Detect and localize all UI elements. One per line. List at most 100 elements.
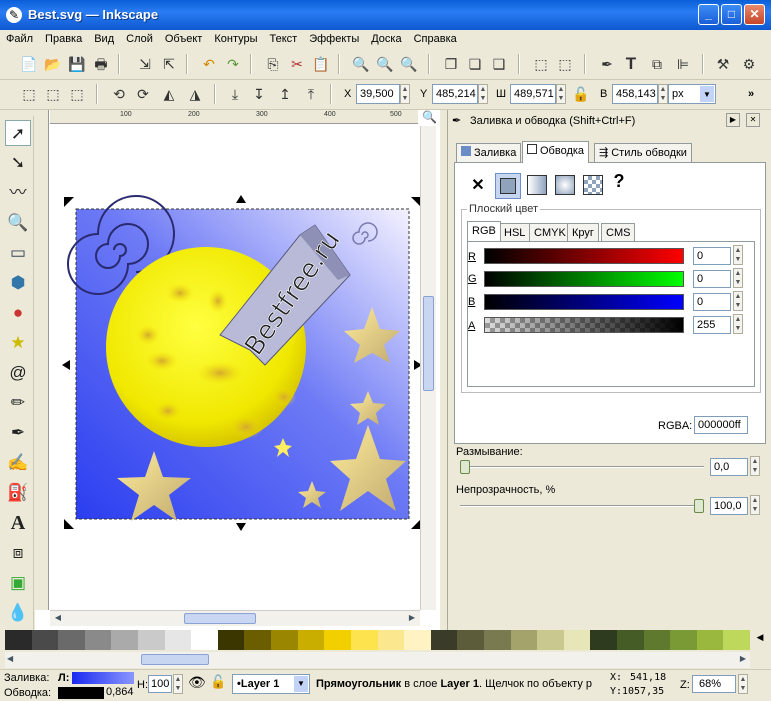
blue-value[interactable]: 0: [693, 293, 731, 311]
rotate-cw-icon[interactable]: ⟳: [132, 83, 154, 105]
scroll-left-arrow-icon[interactable]: ◀: [52, 613, 64, 625]
align-distribute-icon[interactable]: ⊫: [672, 53, 694, 75]
deselect-icon[interactable]: ⬚: [66, 83, 88, 105]
palette-swatch[interactable]: [111, 630, 139, 650]
zoom-tool-icon[interactable]: 🔍: [5, 210, 31, 236]
menu-object[interactable]: Объект: [159, 30, 208, 45]
palette-swatch[interactable]: [537, 630, 564, 650]
group-icon[interactable]: ⬚: [530, 53, 552, 75]
fill-swatch[interactable]: [72, 672, 134, 684]
y-input[interactable]: 485,214: [432, 84, 478, 104]
palette-swatch[interactable]: [377, 630, 405, 650]
node-tool-icon[interactable]: ➘: [5, 150, 31, 176]
radial-gradient-button[interactable]: [555, 175, 575, 195]
menu-effects[interactable]: Эффекты: [303, 30, 365, 45]
alpha-spinner[interactable]: ▲ ▼: [733, 314, 743, 334]
palette-swatch[interactable]: [5, 630, 32, 650]
zoom-spinner[interactable]: ▲ ▼: [738, 674, 748, 694]
ungroup-icon[interactable]: ⬚: [554, 53, 576, 75]
palette-swatch[interactable]: [271, 630, 298, 650]
width-input[interactable]: 489,571: [510, 84, 556, 104]
print-icon[interactable]: 🖶: [90, 53, 112, 75]
width-spinner[interactable]: ▲ ▼: [556, 84, 566, 104]
lock-proportions-icon[interactable]: 🔓: [570, 83, 592, 105]
no-paint-button[interactable]: ✕: [467, 173, 489, 199]
palette-swatch[interactable]: [563, 630, 591, 650]
palette-swatch[interactable]: [58, 630, 85, 650]
opacity-spinner[interactable]: ▲ ▼: [750, 495, 760, 515]
connector-tool-icon[interactable]: ⧈: [5, 540, 31, 566]
drawing[interactable]: Bestfree.ru: [50, 125, 420, 610]
cut-icon[interactable]: ✂: [286, 53, 308, 75]
alpha-value[interactable]: 255: [693, 316, 731, 334]
paint-bucket-tool-icon[interactable]: ⛽: [5, 480, 31, 506]
palette-swatch[interactable]: [643, 630, 671, 650]
zoom-drawing-icon[interactable]: 🔍: [374, 53, 396, 75]
rgba-input[interactable]: 000000ff: [694, 416, 748, 434]
duplicate-icon[interactable]: ❐: [440, 53, 462, 75]
vertical-ruler[interactable]: [35, 110, 49, 610]
menu-layer[interactable]: Слой: [120, 30, 159, 45]
save-icon[interactable]: 💾: [66, 53, 88, 75]
layer-select[interactable]: •Layer 1 ▼: [232, 674, 310, 694]
menu-edit[interactable]: Правка: [39, 30, 88, 45]
unlink-clone-icon[interactable]: ❑: [488, 53, 510, 75]
tab-fill[interactable]: Заливка: [456, 143, 522, 163]
selector-tool-icon[interactable]: ➚: [5, 120, 31, 146]
text-tool-icon[interactable]: A: [5, 510, 31, 536]
tab-cmyk[interactable]: CMYK: [529, 223, 571, 241]
zoom-input[interactable]: 68%: [692, 675, 736, 693]
palette-swatch[interactable]: [191, 630, 218, 650]
palette-swatch[interactable]: [324, 630, 351, 650]
zoom-corner-icon[interactable]: 🔍: [422, 110, 437, 124]
palette-swatch[interactable]: [164, 630, 192, 650]
calligraphy-tool-icon[interactable]: ✍: [5, 450, 31, 476]
menu-help[interactable]: Справка: [408, 30, 463, 45]
pencil-tool-icon[interactable]: ✏: [5, 390, 31, 416]
status-opacity-spinner[interactable]: ▲ ▼: [173, 674, 183, 694]
blue-slider[interactable]: [484, 294, 684, 310]
green-spinner[interactable]: ▲ ▼: [733, 268, 743, 288]
minimize-button[interactable]: _: [698, 4, 719, 25]
3d-box-tool-icon[interactable]: ⬢: [5, 270, 31, 296]
palette-swatch[interactable]: [723, 630, 751, 650]
palette-swatch[interactable]: [670, 630, 697, 650]
preferences-icon[interactable]: ⚒: [712, 53, 734, 75]
blue-spinner[interactable]: ▲ ▼: [733, 291, 743, 311]
palette-swatch[interactable]: [297, 630, 325, 650]
vertical-scroll-thumb[interactable]: [423, 296, 434, 391]
palette-swatch[interactable]: [244, 630, 272, 650]
palette-swatch[interactable]: [696, 630, 724, 650]
unit-select[interactable]: px ▼: [668, 84, 716, 104]
document-properties-icon[interactable]: ⚙: [738, 53, 760, 75]
stroke-swatch[interactable]: [58, 687, 104, 699]
palette-swatch[interactable]: [457, 630, 484, 650]
palette-menu-icon[interactable]: ◀: [752, 632, 768, 648]
dropper-tool-icon[interactable]: 💧: [5, 600, 31, 626]
maximize-button[interactable]: □: [721, 4, 742, 25]
ellipse-tool-icon[interactable]: ●: [5, 300, 31, 326]
spiral-tool-icon[interactable]: @: [5, 360, 31, 386]
star-tool-icon[interactable]: ★: [5, 330, 31, 356]
color-palette[interactable]: [5, 630, 751, 650]
raise-to-top-icon[interactable]: ⤒: [300, 83, 322, 105]
zoom-page-icon[interactable]: 🔍: [398, 53, 420, 75]
alpha-slider[interactable]: [484, 317, 684, 333]
flip-vertical-icon[interactable]: ◮: [184, 83, 206, 105]
horizontal-scroll-thumb[interactable]: [184, 613, 256, 624]
scroll-left-arrow-icon[interactable]: ◀: [7, 654, 13, 663]
menu-file[interactable]: Файл: [0, 30, 39, 45]
undo-icon[interactable]: ↶: [198, 53, 220, 75]
scroll-right-arrow-icon[interactable]: ▶: [406, 613, 418, 625]
palette-swatch[interactable]: [590, 630, 618, 650]
gradient-tool-icon[interactable]: ▣: [5, 570, 31, 596]
raise-icon[interactable]: ↥: [274, 83, 296, 105]
import-icon[interactable]: ⇲: [134, 53, 156, 75]
horizontal-ruler[interactable]: 100 200 300 400 500: [50, 110, 418, 124]
opacity-value[interactable]: 100,0: [710, 497, 748, 515]
red-value[interactable]: 0: [693, 247, 731, 265]
linear-gradient-button[interactable]: [527, 175, 547, 195]
text-font-icon[interactable]: T: [620, 53, 642, 75]
fill-stroke-icon[interactable]: ✒: [596, 53, 618, 75]
opacity-slider-track[interactable]: [460, 505, 704, 507]
